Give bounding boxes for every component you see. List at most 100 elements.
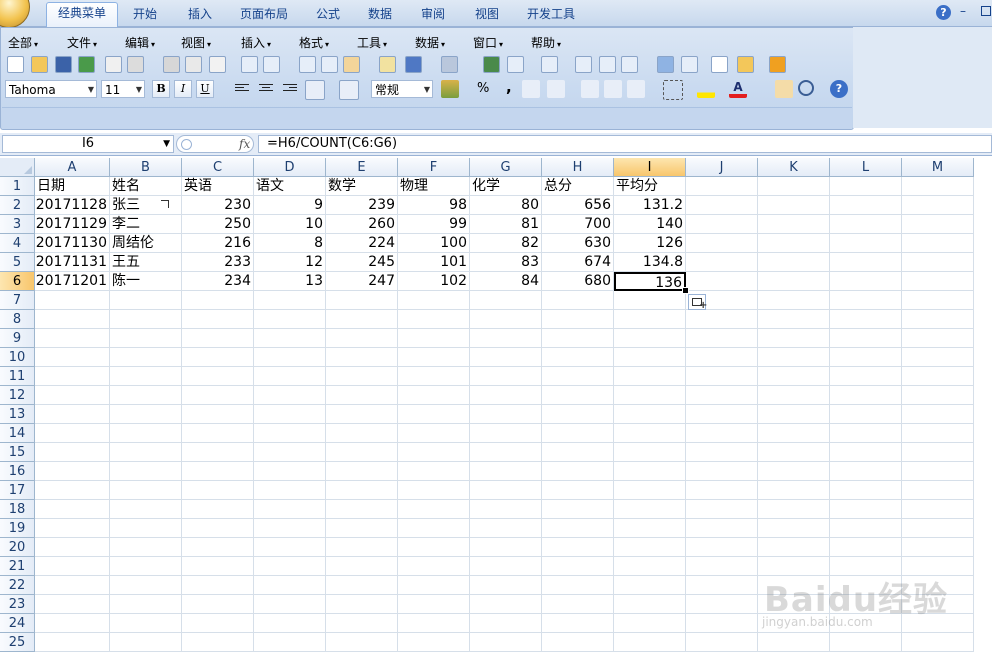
cell-style-icon[interactable] bbox=[627, 80, 645, 98]
paste-icon[interactable] bbox=[343, 56, 360, 73]
cell-b11[interactable] bbox=[110, 367, 182, 386]
tab-6[interactable]: 审阅 bbox=[410, 4, 456, 26]
cell-d15[interactable] bbox=[254, 443, 326, 462]
cell-j6[interactable] bbox=[686, 272, 758, 291]
cell-g22[interactable] bbox=[470, 576, 542, 595]
column-header-e[interactable]: E bbox=[326, 158, 398, 177]
cell-g9[interactable] bbox=[470, 329, 542, 348]
cell-b16[interactable] bbox=[110, 462, 182, 481]
cell-l15[interactable] bbox=[830, 443, 902, 462]
cell-i24[interactable] bbox=[614, 614, 686, 633]
cell-e11[interactable] bbox=[326, 367, 398, 386]
cell-g15[interactable] bbox=[470, 443, 542, 462]
cell-l7[interactable] bbox=[830, 291, 902, 310]
cell-e20[interactable] bbox=[326, 538, 398, 557]
cell-e5[interactable]: 245 bbox=[326, 253, 398, 272]
cell-h22[interactable] bbox=[542, 576, 614, 595]
cell-c7[interactable] bbox=[182, 291, 254, 310]
cell-m9[interactable] bbox=[902, 329, 974, 348]
cell-h17[interactable] bbox=[542, 481, 614, 500]
cell-k7[interactable] bbox=[758, 291, 830, 310]
cell-j25[interactable] bbox=[686, 633, 758, 652]
cell-d24[interactable] bbox=[254, 614, 326, 633]
cell-k25[interactable] bbox=[758, 633, 830, 652]
cell-k10[interactable] bbox=[758, 348, 830, 367]
cell-c13[interactable] bbox=[182, 405, 254, 424]
cell-a18[interactable] bbox=[35, 500, 110, 519]
cell-b13[interactable] bbox=[110, 405, 182, 424]
cell-m7[interactable] bbox=[902, 291, 974, 310]
menu-item-1[interactable]: 文件 ▾ bbox=[67, 34, 97, 51]
cell-e10[interactable] bbox=[326, 348, 398, 367]
cell-j9[interactable] bbox=[686, 329, 758, 348]
cell-g18[interactable] bbox=[470, 500, 542, 519]
cell-i10[interactable] bbox=[614, 348, 686, 367]
cell-m14[interactable] bbox=[902, 424, 974, 443]
row-header-15[interactable]: 15 bbox=[0, 443, 35, 462]
cell-a25[interactable] bbox=[35, 633, 110, 652]
cell-g20[interactable] bbox=[470, 538, 542, 557]
row-header-19[interactable]: 19 bbox=[0, 519, 35, 538]
office-button[interactable] bbox=[0, 0, 30, 28]
cell-f17[interactable] bbox=[398, 481, 470, 500]
cell-j16[interactable] bbox=[686, 462, 758, 481]
number-format-select[interactable]: 常规 ▼ bbox=[371, 80, 433, 98]
cell-b6[interactable]: 陈一 bbox=[110, 272, 182, 291]
cell-a11[interactable] bbox=[35, 367, 110, 386]
cell-c8[interactable] bbox=[182, 310, 254, 329]
wrap-text-icon[interactable] bbox=[339, 80, 359, 100]
cell-i18[interactable] bbox=[614, 500, 686, 519]
cell-e1[interactable]: 数学 bbox=[326, 177, 398, 196]
cell-c16[interactable] bbox=[182, 462, 254, 481]
menu-item-7[interactable]: 数据 ▾ bbox=[415, 34, 445, 51]
cell-c2[interactable]: 230 bbox=[182, 196, 254, 215]
cell-l18[interactable] bbox=[830, 500, 902, 519]
cell-d11[interactable] bbox=[254, 367, 326, 386]
cell-b22[interactable] bbox=[110, 576, 182, 595]
cell-l13[interactable] bbox=[830, 405, 902, 424]
save-icon[interactable] bbox=[55, 56, 72, 73]
cell-h11[interactable] bbox=[542, 367, 614, 386]
row-header-20[interactable]: 20 bbox=[0, 538, 35, 557]
menu-item-5[interactable]: 格式 ▾ bbox=[299, 34, 329, 51]
menu-item-8[interactable]: 窗口 ▾ bbox=[473, 34, 503, 51]
row-header-4[interactable]: 4 bbox=[0, 234, 35, 253]
cell-h18[interactable] bbox=[542, 500, 614, 519]
cell-f10[interactable] bbox=[398, 348, 470, 367]
cell-h21[interactable] bbox=[542, 557, 614, 576]
cell-e25[interactable] bbox=[326, 633, 398, 652]
filter-icon[interactable] bbox=[621, 56, 638, 73]
cell-g12[interactable] bbox=[470, 386, 542, 405]
cell-i25[interactable] bbox=[614, 633, 686, 652]
row-header-1[interactable]: 1 bbox=[0, 177, 35, 196]
cell-f2[interactable]: 98 bbox=[398, 196, 470, 215]
row-header-8[interactable]: 8 bbox=[0, 310, 35, 329]
font-name-select[interactable]: Tahoma ▼ bbox=[5, 80, 97, 98]
cell-m19[interactable] bbox=[902, 519, 974, 538]
cell-h20[interactable] bbox=[542, 538, 614, 557]
row-header-17[interactable]: 17 bbox=[0, 481, 35, 500]
align-center-button[interactable] bbox=[258, 82, 274, 96]
cell-j3[interactable] bbox=[686, 215, 758, 234]
cell-g1[interactable]: 化学 bbox=[470, 177, 542, 196]
cell-d8[interactable] bbox=[254, 310, 326, 329]
increase-indent-icon[interactable] bbox=[604, 80, 622, 98]
cell-l2[interactable] bbox=[830, 196, 902, 215]
macro-icon[interactable] bbox=[769, 56, 786, 73]
cell-c22[interactable] bbox=[182, 576, 254, 595]
cell-d19[interactable] bbox=[254, 519, 326, 538]
column-header-j[interactable]: J bbox=[686, 158, 758, 177]
cell-e13[interactable] bbox=[326, 405, 398, 424]
styles-icon[interactable] bbox=[775, 80, 793, 98]
cell-k4[interactable] bbox=[758, 234, 830, 253]
folder-icon[interactable] bbox=[737, 56, 754, 73]
cell-h1[interactable]: 总分 bbox=[542, 177, 614, 196]
menu-item-2[interactable]: 编辑 ▾ bbox=[125, 34, 155, 51]
cell-b9[interactable] bbox=[110, 329, 182, 348]
cell-a19[interactable] bbox=[35, 519, 110, 538]
fill-handle[interactable] bbox=[682, 287, 689, 294]
cell-a2[interactable]: 20171128 bbox=[35, 196, 110, 215]
cell-l11[interactable] bbox=[830, 367, 902, 386]
function-icon[interactable] bbox=[541, 56, 558, 73]
cell-b8[interactable] bbox=[110, 310, 182, 329]
